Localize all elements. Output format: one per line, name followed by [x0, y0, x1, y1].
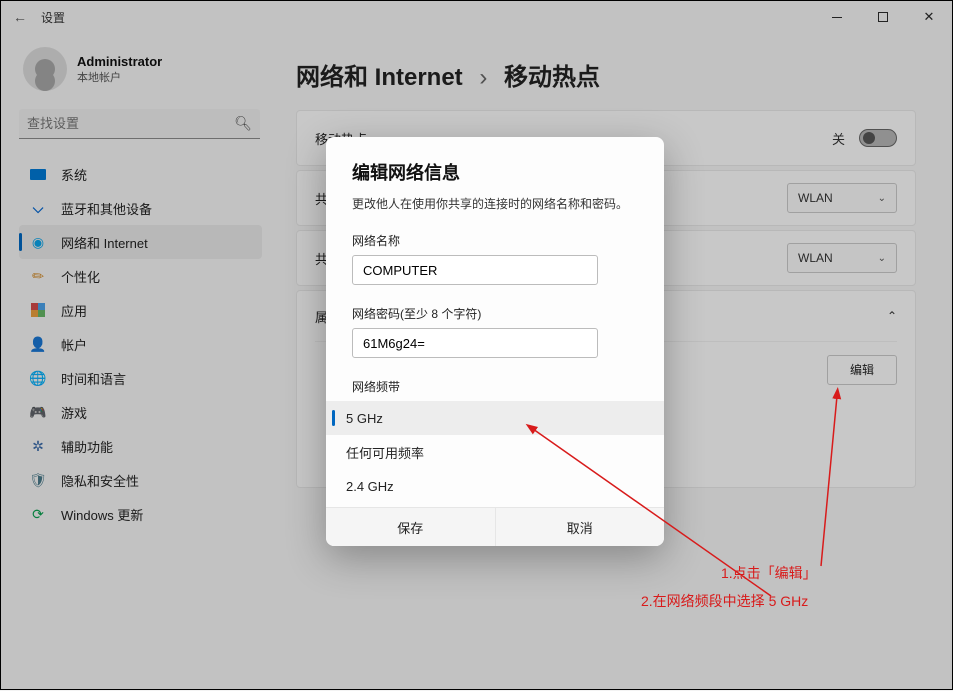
network-name-label: 网络名称: [352, 232, 638, 249]
band-option-any[interactable]: 任何可用频率: [326, 435, 664, 469]
dialog-description: 更改他人在使用你共享的连接时的网络名称和密码。: [352, 195, 638, 212]
window-controls: ✕: [814, 1, 952, 33]
close-icon: ✕: [924, 9, 935, 25]
network-name-input[interactable]: [352, 255, 598, 285]
maximize-button[interactable]: [860, 1, 906, 33]
dialog-button-row: 保存 取消: [326, 507, 664, 546]
network-band-label: 网络频带: [352, 378, 638, 395]
band-list: 5 GHz 任何可用频率 2.4 GHz: [326, 401, 664, 503]
maximize-icon: [878, 12, 888, 22]
close-button[interactable]: ✕: [906, 1, 952, 33]
save-button[interactable]: 保存: [326, 508, 496, 546]
dialog-title: 编辑网络信息: [352, 159, 638, 185]
network-password-label: 网络密码(至少 8 个字符): [352, 305, 638, 322]
band-option-24ghz[interactable]: 2.4 GHz: [326, 469, 664, 503]
network-password-input[interactable]: [352, 328, 598, 358]
cancel-button[interactable]: 取消: [496, 508, 665, 546]
minimize-button[interactable]: [814, 1, 860, 33]
band-option-5ghz[interactable]: 5 GHz: [326, 401, 664, 435]
minimize-icon: [832, 17, 842, 18]
edit-network-dialog: 编辑网络信息 更改他人在使用你共享的连接时的网络名称和密码。 网络名称 网络密码…: [326, 137, 664, 546]
